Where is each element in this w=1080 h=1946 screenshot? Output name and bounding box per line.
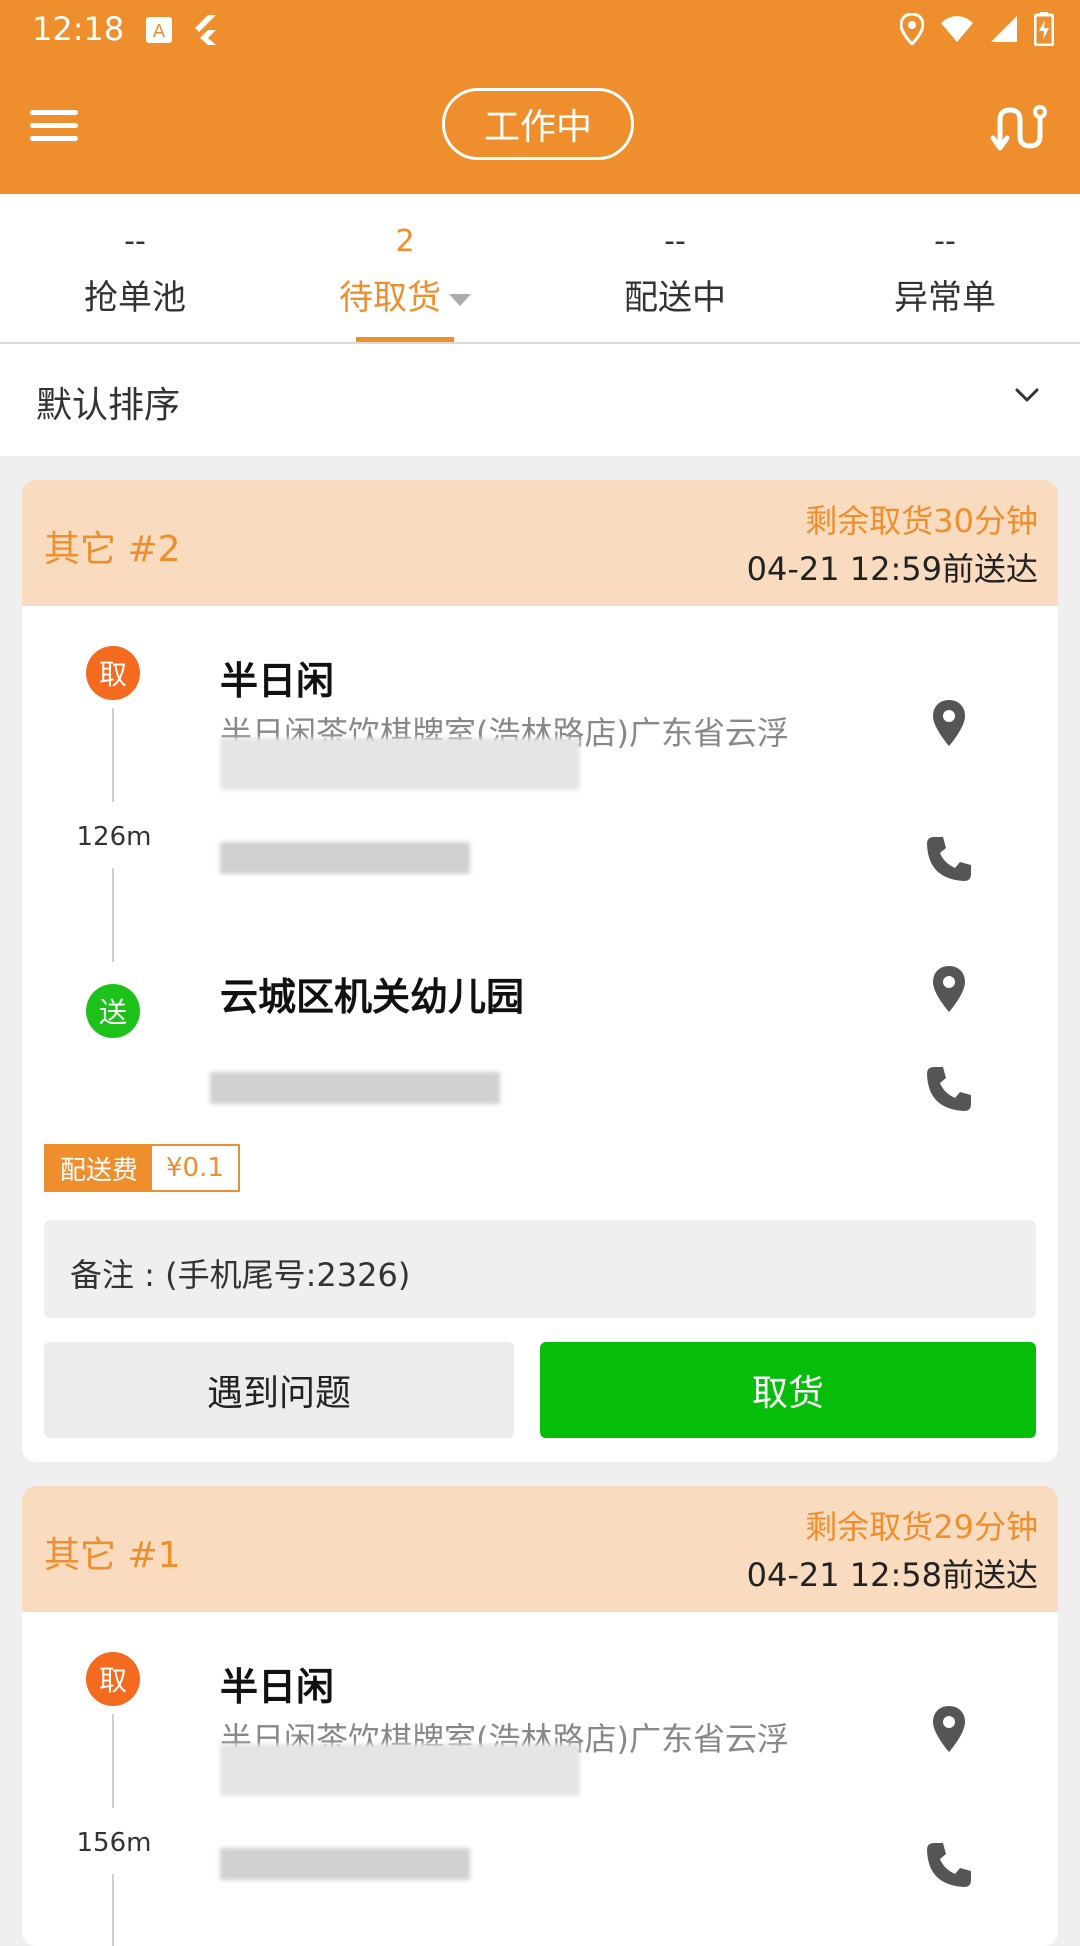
work-status-toggle[interactable]: 工作中 (442, 88, 634, 160)
phone-icon[interactable] (922, 1838, 976, 1892)
tab-count: 2 (395, 224, 415, 259)
location-icon[interactable] (922, 962, 976, 1016)
sort-selector[interactable]: 默认排序 (0, 344, 1080, 456)
route-line (112, 1874, 114, 1946)
report-problem-button[interactable]: 遇到问题 (44, 1342, 514, 1438)
tab-label-wrap: 待取货 (270, 270, 540, 319)
system-icons (900, 12, 1054, 46)
redacted-phone (220, 1848, 470, 1880)
flutter-icon (195, 15, 216, 45)
sort-label: 默认排序 (36, 385, 181, 426)
wifi-icon (941, 16, 973, 42)
tab-label: 待取货 (339, 278, 441, 318)
tab-label: 配送中 (624, 278, 726, 318)
tab-count: -- (124, 224, 146, 259)
tab-exception[interactable]: -- 异常单 (810, 194, 1080, 342)
redacted-phone (220, 842, 470, 874)
tab-label: 异常单 (894, 278, 996, 318)
battery-icon (1034, 12, 1054, 46)
status-bar: 12:18 A (0, 0, 1080, 62)
font-app-icon: A (146, 17, 172, 43)
status-time: 12:18 (32, 10, 125, 48)
route-line (112, 1714, 114, 1808)
tab-pending-pickup[interactable]: 2 待取货 (270, 194, 540, 342)
order-card: 其它 #2 剩余取货30分钟 04-21 12:59前送达 取 126m 送 半… (22, 480, 1058, 1462)
fee-label: 配送费 (46, 1146, 153, 1190)
delivery-deadline: 04-21 12:58前送达 (746, 1556, 1038, 1594)
location-icon (900, 13, 924, 45)
note-text: 备注 : (手机尾号:2326) (70, 1256, 411, 1294)
pickup-button[interactable]: 取货 (540, 1342, 1036, 1438)
order-card-header: 其它 #2 剩余取货30分钟 04-21 12:59前送达 (22, 480, 1058, 606)
order-card: 其它 #1 剩余取货29分钟 04-21 12:58前送达 取 156m 半日闲… (22, 1486, 1058, 1946)
order-note: 备注 : (手机尾号:2326) (44, 1220, 1036, 1318)
redacted-address (220, 738, 580, 790)
app-bar: 工作中 (0, 62, 1080, 194)
location-icon[interactable] (922, 696, 976, 750)
phone-icon[interactable] (922, 832, 976, 886)
redacted-phone (210, 1072, 500, 1104)
delivery-fee: 配送费 ¥0.1 (44, 1144, 240, 1192)
distance: 126m (76, 822, 152, 852)
location-icon[interactable] (922, 1702, 976, 1756)
route-icon[interactable] (990, 98, 1050, 158)
pickup-badge: 取 (86, 646, 140, 700)
tab-count: -- (934, 224, 956, 259)
tab-grab-pool[interactable]: -- 抢单池 (0, 194, 270, 342)
dropoff-name: 云城区机关幼儿园 (220, 975, 525, 1019)
caret-down-icon (449, 293, 471, 306)
route-line (112, 868, 114, 962)
svg-text:A: A (153, 21, 166, 42)
active-tab-indicator (356, 337, 454, 342)
pickup-name: 半日闲 (220, 659, 335, 703)
delivery-deadline: 04-21 12:59前送达 (746, 550, 1038, 588)
route-line (112, 708, 114, 802)
menu-icon[interactable] (30, 102, 82, 154)
tab-count: -- (664, 224, 686, 259)
tab-label: 抢单池 (84, 278, 186, 318)
tab-delivering[interactable]: -- 配送中 (540, 194, 810, 342)
notification-icons: A (145, 14, 219, 46)
dropoff-badge: 送 (86, 984, 140, 1038)
fee-value: ¥0.1 (152, 1146, 238, 1190)
pickup-badge: 取 (86, 1652, 140, 1706)
phone-icon[interactable] (922, 1062, 976, 1116)
distance: 156m (76, 1828, 152, 1858)
pickup-name: 半日闲 (220, 1665, 335, 1709)
order-card-header: 其它 #1 剩余取货29分钟 04-21 12:58前送达 (22, 1486, 1058, 1612)
signal-icon (991, 16, 1017, 42)
remaining-time: 剩余取货30分钟 (805, 502, 1038, 540)
order-title: 其它 #1 (44, 1535, 181, 1576)
redacted-address (220, 1744, 580, 1796)
order-title: 其它 #2 (44, 529, 181, 570)
chevron-down-icon (1015, 388, 1039, 402)
order-tabs: -- 抢单池 2 待取货 -- 配送中 -- 异常单 (0, 194, 1080, 344)
remaining-time: 剩余取货29分钟 (805, 1508, 1038, 1546)
